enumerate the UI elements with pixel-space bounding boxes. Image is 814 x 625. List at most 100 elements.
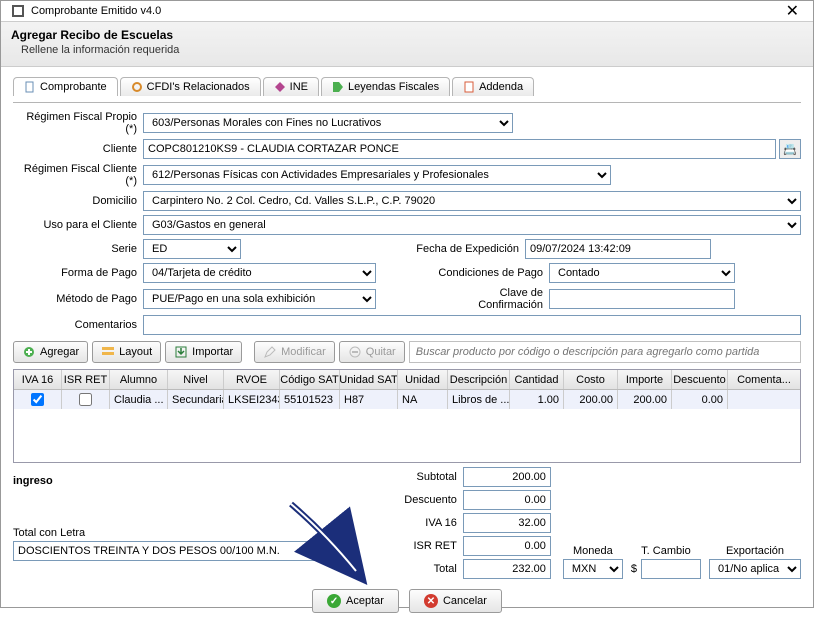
label-descuento: Descuento xyxy=(387,494,457,506)
domicilio-select[interactable]: Carpintero No. 2 Col. Cedro, Cd. Valles … xyxy=(143,191,801,211)
label-clave-conf: Clave de Confirmación xyxy=(437,287,549,311)
cell-iva16[interactable] xyxy=(14,390,62,409)
cell-importe: 200.00 xyxy=(618,390,672,409)
label-forma-pago: Forma de Pago xyxy=(13,267,143,279)
layout-icon xyxy=(101,345,115,359)
tab-label: INE xyxy=(290,81,308,93)
tag-icon xyxy=(332,81,344,93)
exportacion-select[interactable]: 01/No aplica xyxy=(709,559,801,579)
app-icon xyxy=(11,4,25,18)
form-header: Agregar Recibo de Escuelas Rellene la in… xyxy=(1,22,813,67)
forma-pago-select[interactable]: 04/Tarjeta de crédito xyxy=(143,263,376,283)
cell-rvoe: LKSEI2343 xyxy=(224,390,280,409)
col-iva16[interactable]: IVA 16 xyxy=(14,370,62,389)
cell-codigosat: 55101523 xyxy=(280,390,340,409)
label-cond-pago: Condiciones de Pago xyxy=(437,267,549,279)
descuento-value xyxy=(463,490,551,510)
label-total-letra: Total con Letra xyxy=(13,527,379,539)
tcambio-input[interactable] xyxy=(641,559,701,579)
label-total: Total xyxy=(387,563,457,575)
window-title: Comprobante Emitido v4.0 xyxy=(31,5,161,17)
link-icon xyxy=(131,81,143,93)
import-icon xyxy=(174,345,188,359)
total-value xyxy=(463,559,551,579)
label-cliente: Cliente xyxy=(13,143,143,155)
col-descuento[interactable]: Descuento xyxy=(672,370,728,389)
regimen-cliente-select[interactable]: 612/Personas Físicas con Actividades Emp… xyxy=(143,165,611,185)
importar-button[interactable]: Importar xyxy=(165,341,242,363)
metodo-pago-select[interactable]: PUE/Pago en una sola exhibición xyxy=(143,289,376,309)
dialog-buttons: ✓ Aceptar ✕ Cancelar xyxy=(1,579,813,625)
page-icon xyxy=(463,81,475,93)
tab-bar: Comprobante CFDI's Relacionados INE Leye… xyxy=(13,77,801,96)
col-unidadsat[interactable]: Unidad SAT xyxy=(340,370,398,389)
tab-ine[interactable]: INE xyxy=(263,77,319,96)
uso-cliente-select[interactable]: G03/Gastos en general xyxy=(143,215,801,235)
cell-descuento: 0.00 xyxy=(672,390,728,409)
cell-unidad: NA xyxy=(398,390,448,409)
col-alumno[interactable]: Alumno xyxy=(110,370,168,389)
col-descripcion[interactable]: Descripción xyxy=(448,370,510,389)
regimen-propio-select[interactable]: 603/Personas Morales con Fines no Lucrat… xyxy=(143,113,513,133)
button-label: Aceptar xyxy=(346,595,384,607)
cell-descripcion: Libros de ... xyxy=(448,390,510,409)
label-comentarios: Comentarios xyxy=(13,319,143,331)
label-serie: Serie xyxy=(13,243,143,255)
aceptar-button[interactable]: ✓ Aceptar xyxy=(312,589,399,613)
diamond-icon xyxy=(274,81,286,93)
modificar-button[interactable]: Modificar xyxy=(254,341,335,363)
col-unidad[interactable]: Unidad xyxy=(398,370,448,389)
cell-nivel: Secundaria xyxy=(168,390,224,409)
currency-symbol: $ xyxy=(631,563,637,575)
col-isrret[interactable]: ISR RET xyxy=(62,370,110,389)
close-button[interactable]: ✕ xyxy=(782,1,803,21)
document-icon xyxy=(24,81,36,93)
table-row[interactable]: Claudia ... Secundaria LKSEI2343 5510152… xyxy=(14,390,800,409)
cell-alumno: Claudia ... xyxy=(110,390,168,409)
button-label: Modificar xyxy=(281,346,326,358)
tab-leyendas[interactable]: Leyendas Fiscales xyxy=(321,77,450,96)
cliente-lookup-button[interactable]: 📇 xyxy=(779,139,801,159)
col-importe[interactable]: Importe xyxy=(618,370,672,389)
label-uso-cliente: Uso para el Cliente xyxy=(13,219,143,231)
label-moneda: Moneda xyxy=(563,545,623,557)
fecha-exp-input[interactable] xyxy=(525,239,711,259)
cell-comenta xyxy=(728,390,800,409)
isrret-checkbox[interactable] xyxy=(79,393,92,406)
col-comenta[interactable]: Comenta... xyxy=(728,370,800,389)
layout-button[interactable]: Layout xyxy=(92,341,161,363)
cond-pago-select[interactable]: Contado xyxy=(549,263,735,283)
serie-select[interactable]: ED xyxy=(143,239,241,259)
agregar-button[interactable]: Agregar xyxy=(13,341,88,363)
comentarios-input[interactable] xyxy=(143,315,801,335)
tab-addenda[interactable]: Addenda xyxy=(452,77,534,96)
label-regimen-cliente: Régimen Fiscal Cliente (*) xyxy=(13,163,143,187)
cliente-input[interactable] xyxy=(143,139,776,159)
col-costo[interactable]: Costo xyxy=(564,370,618,389)
col-codigosat[interactable]: Código SAT xyxy=(280,370,340,389)
button-label: Agregar xyxy=(40,346,79,358)
moneda-select[interactable]: MXN xyxy=(563,559,623,579)
label-metodo-pago: Método de Pago xyxy=(13,293,143,305)
remove-icon xyxy=(348,345,362,359)
tab-comprobante[interactable]: Comprobante xyxy=(13,77,118,96)
check-icon: ✓ xyxy=(327,594,341,608)
iva16-checkbox[interactable] xyxy=(31,393,44,406)
tab-cfdis[interactable]: CFDI's Relacionados xyxy=(120,77,261,96)
col-nivel[interactable]: Nivel xyxy=(168,370,224,389)
isrret-value xyxy=(463,536,551,556)
form-subtitle: Rellene la información requerida xyxy=(21,44,803,56)
button-label: Cancelar xyxy=(443,595,487,607)
col-cantidad[interactable]: Cantidad xyxy=(510,370,564,389)
quitar-button[interactable]: Quitar xyxy=(339,341,405,363)
clave-conf-input[interactable] xyxy=(549,289,735,309)
col-rvoe[interactable]: RVOE xyxy=(224,370,280,389)
cancelar-button[interactable]: ✕ Cancelar xyxy=(409,589,502,613)
line-items-grid: IVA 16 ISR RET Alumno Nivel RVOE Código … xyxy=(13,369,801,463)
button-label: Layout xyxy=(119,346,152,358)
label-subtotal: Subtotal xyxy=(387,471,457,483)
label-regimen-propio: Régimen Fiscal Propio (*) xyxy=(13,111,143,135)
label-tcambio: T. Cambio xyxy=(631,545,701,557)
product-search-input[interactable] xyxy=(409,341,801,363)
cell-isrret[interactable] xyxy=(62,390,110,409)
